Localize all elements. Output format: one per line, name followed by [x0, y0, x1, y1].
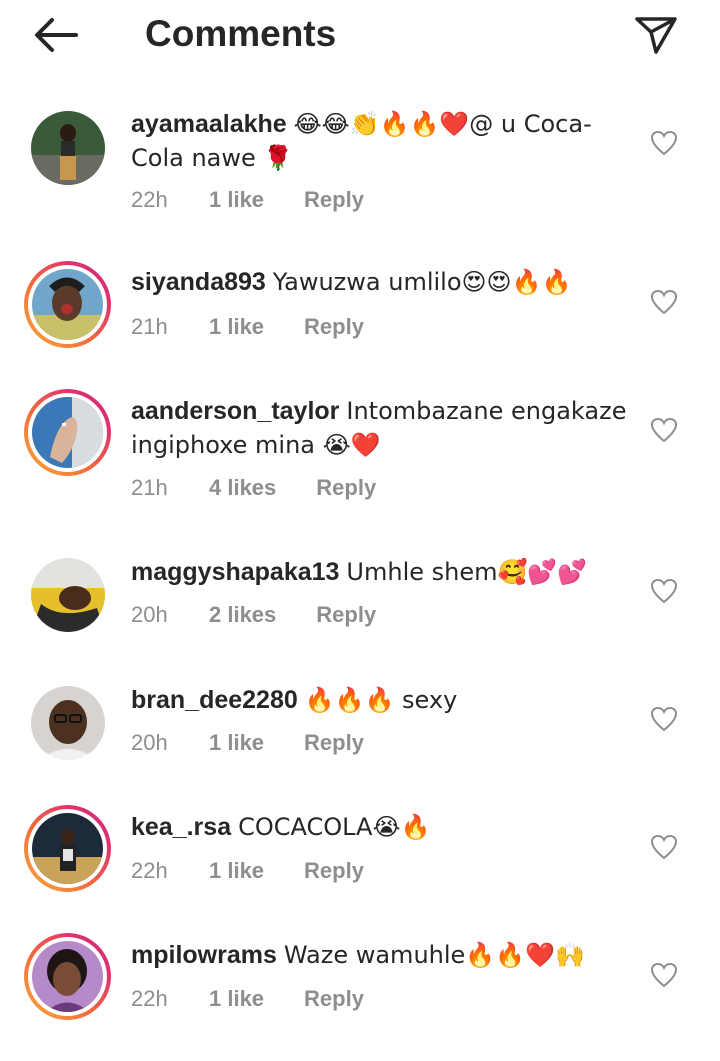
comment-text: 🔥🔥🔥 sexy — [304, 686, 458, 714]
heart-icon[interactable] — [650, 706, 678, 732]
comment-meta: 22h 1 like Reply — [131, 986, 364, 1012]
reply-button[interactable]: Reply — [304, 730, 364, 756]
comment-username[interactable]: maggyshapaka13 — [131, 558, 339, 586]
comment-time: 20h — [131, 730, 168, 755]
comment-username[interactable]: kea_.rsa — [131, 813, 231, 841]
heart-icon[interactable] — [650, 130, 678, 156]
comment-likes[interactable]: 1 like — [209, 314, 264, 340]
reply-button[interactable]: Reply — [304, 986, 364, 1012]
comment-meta: 20h 1 like Reply — [131, 730, 364, 756]
avatar[interactable] — [24, 389, 111, 476]
avatar[interactable] — [24, 551, 111, 638]
comment-time: 22h — [131, 858, 168, 883]
reply-button[interactable]: Reply — [304, 187, 364, 213]
comment-username[interactable]: mpilowrams — [131, 941, 277, 969]
comment-username[interactable]: siyanda893 — [131, 268, 266, 296]
reply-button[interactable]: Reply — [316, 602, 376, 628]
comment-text: Waze wamuhle🔥🔥❤️🙌 — [283, 941, 585, 969]
heart-icon[interactable] — [650, 578, 678, 604]
heart-icon[interactable] — [650, 834, 678, 860]
reply-button[interactable]: Reply — [304, 314, 364, 340]
comment-meta: 22h 1 like Reply — [131, 858, 364, 884]
comment-likes[interactable]: 1 like — [209, 858, 264, 884]
comment-likes[interactable]: 2 likes — [209, 602, 276, 628]
avatar[interactable] — [24, 679, 111, 766]
comment-meta: 21h 1 like Reply — [131, 314, 364, 340]
comment-text: Umhle shem🥰💕💕 — [346, 558, 588, 586]
comment-meta: 22h 1 like Reply — [131, 187, 364, 213]
comment-time: 21h — [131, 475, 168, 500]
comment-meta: 21h 4 likes Reply — [131, 475, 376, 501]
avatar[interactable] — [24, 104, 111, 191]
avatar[interactable] — [24, 261, 111, 348]
heart-icon[interactable] — [650, 962, 678, 988]
comment-username[interactable]: bran_dee2280 — [131, 686, 298, 714]
heart-icon[interactable] — [650, 417, 678, 443]
comment-list: ayamaalakhe 😂😂👏🔥🔥❤️@ u Coca-Cola nawe 🌹 … — [0, 0, 720, 1061]
comment-meta: 20h 2 likes Reply — [131, 602, 376, 628]
comment-time: 22h — [131, 187, 168, 212]
comment-text: COCACOLA😭🔥 — [238, 813, 431, 841]
heart-icon[interactable] — [650, 289, 678, 315]
comment-likes[interactable]: 4 likes — [209, 475, 276, 501]
comment-time: 20h — [131, 602, 168, 627]
comment-time: 22h — [131, 986, 168, 1011]
comment-text: Yawuzwa umlilo😍😍🔥🔥 — [272, 268, 572, 296]
comment-likes[interactable]: 1 like — [209, 187, 264, 213]
reply-button[interactable]: Reply — [316, 475, 376, 501]
comment-likes[interactable]: 1 like — [209, 986, 264, 1012]
comment-time: 21h — [131, 314, 168, 339]
avatar[interactable] — [24, 933, 111, 1020]
comment-username[interactable]: aanderson_taylor — [131, 397, 339, 425]
comment-username[interactable]: ayamaalakhe — [131, 110, 287, 138]
avatar[interactable] — [24, 805, 111, 892]
reply-button[interactable]: Reply — [304, 858, 364, 884]
comment-likes[interactable]: 1 like — [209, 730, 264, 756]
